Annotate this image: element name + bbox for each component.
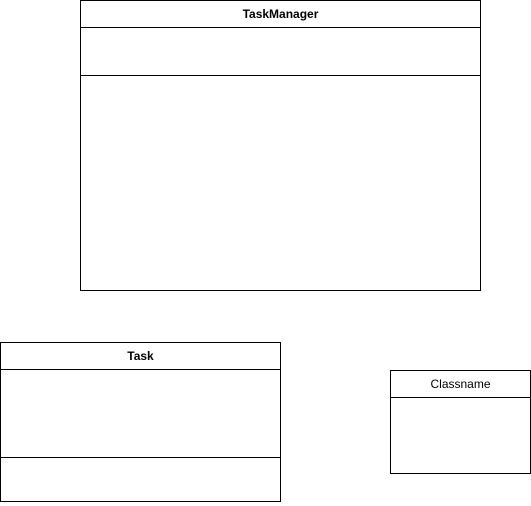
class-name-task: Task xyxy=(1,343,280,370)
attributes-section-classname[interactable] xyxy=(391,398,530,473)
class-name-classname: Classname xyxy=(391,371,530,398)
attributes-section-task[interactable] xyxy=(1,370,280,458)
class-box-task[interactable]: Task xyxy=(0,342,281,502)
attributes-section-taskmanager[interactable] xyxy=(81,28,480,76)
class-name-taskmanager: TaskManager xyxy=(81,1,480,28)
operations-section-task[interactable] xyxy=(1,458,280,501)
class-box-classname[interactable]: Classname xyxy=(390,370,531,474)
operations-section-taskmanager[interactable] xyxy=(81,76,480,290)
class-box-taskmanager[interactable]: TaskManager xyxy=(80,0,481,291)
